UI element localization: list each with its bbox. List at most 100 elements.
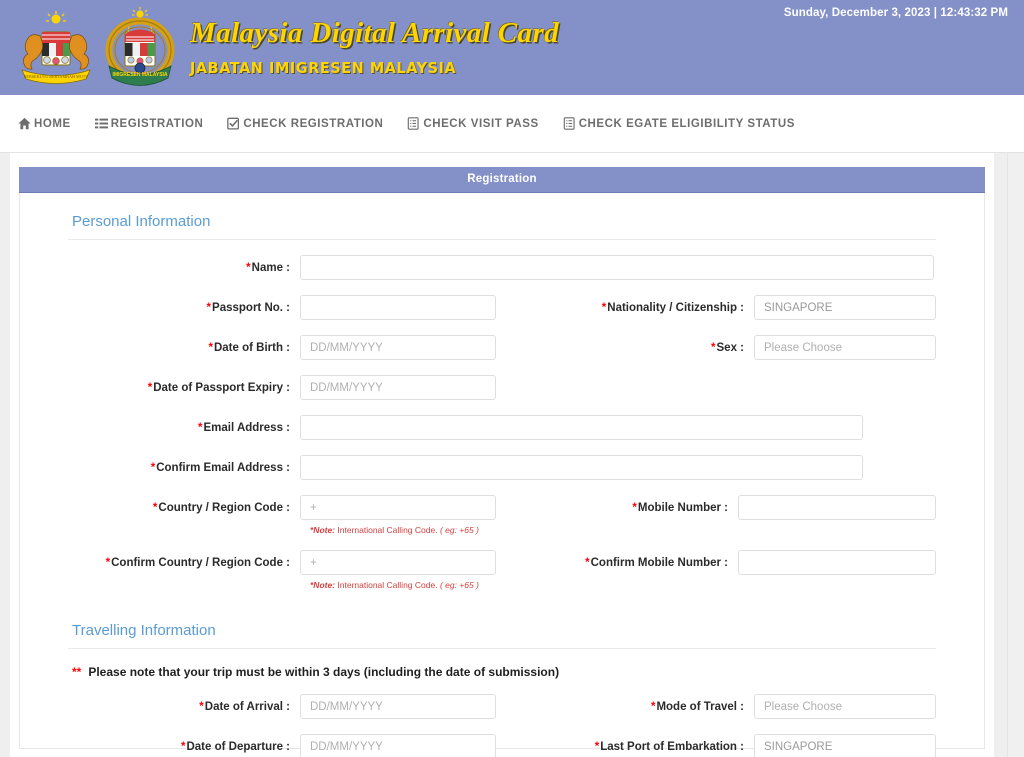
label-date-of-birth: *Date of Birth : — [208, 342, 290, 354]
main-navigation: HOME REGISTRATION CHECK REGISTRATION CHE… — [0, 95, 1024, 153]
form-row-email: *Email Address : — [68, 415, 936, 440]
input-date-of-departure[interactable]: DD/MM/YYYY — [300, 734, 496, 757]
input-nationality-value: SINGAPORE — [764, 301, 833, 314]
note-label: *Note: — [310, 580, 336, 590]
input-date-of-birth-placeholder: DD/MM/YYYY — [310, 341, 383, 354]
list-alt-icon — [407, 117, 420, 130]
input-email[interactable] — [300, 415, 863, 440]
required-marker: * — [198, 422, 203, 434]
required-marker: * — [632, 502, 637, 514]
input-country-code[interactable]: + — [300, 495, 496, 520]
form-row-departure-port: *Date of Departure : DD/MM/YYYY *Last Po… — [68, 734, 936, 757]
select-mode-of-travel[interactable]: Please Choose — [754, 694, 936, 719]
input-passport-expiry[interactable]: DD/MM/YYYY — [300, 375, 496, 400]
form-row-arrival-mode: *Date of Arrival : DD/MM/YYYY *Mode of T… — [68, 694, 936, 719]
list-alt-icon — [563, 117, 576, 130]
form-row-country-code-mobile: *Country / Region Code : + *Note: Intern… — [68, 495, 936, 535]
input-mobile-number[interactable] — [738, 495, 936, 520]
label-email: *Email Address : — [198, 422, 290, 434]
label-confirm-mobile-number: *Confirm Mobile Number : — [585, 557, 728, 569]
check-square-icon — [227, 117, 240, 130]
registration-form: Personal Information *Name : *Passport N… — [19, 193, 985, 757]
input-passport-expiry-placeholder: DD/MM/YYYY — [310, 381, 383, 394]
note-example: ( eg: +65 ) — [437, 580, 479, 590]
nav-label-check-visit-pass: CHECK VISIT PASS — [423, 117, 539, 130]
required-marker: * — [150, 462, 156, 474]
note-label: *Note: — [310, 525, 336, 535]
panel-title: Registration — [19, 167, 985, 193]
label-confirm-country-code: *Confirm Country / Region Code : — [105, 557, 290, 569]
select-mode-of-travel-value: Please Choose — [764, 700, 842, 713]
label-country-code: *Country / Region Code : — [152, 502, 290, 514]
page-scrollbar[interactable] — [1007, 153, 1024, 757]
form-row-confirm-email: *Confirm Email Address : — [68, 455, 936, 480]
note-example: ( eg: +65 ) — [437, 525, 479, 535]
required-marker: * — [180, 741, 186, 753]
registration-panel: Registration Personal Information *Name … — [19, 167, 985, 757]
required-marker: * — [711, 342, 716, 354]
input-date-of-arrival-placeholder: DD/MM/YYYY — [310, 700, 383, 713]
required-marker: * — [105, 557, 111, 569]
required-marker: * — [206, 302, 212, 314]
required-marker: * — [147, 382, 153, 394]
list-icon — [94, 117, 108, 130]
label-passport-no: *Passport No. : — [206, 302, 290, 314]
label-name: *Name : — [246, 262, 290, 274]
form-row-name: *Name : — [68, 255, 936, 280]
warning-text: Please note that your trip must be withi… — [88, 665, 560, 679]
input-confirm-country-code[interactable]: + — [300, 550, 496, 575]
malaysia-coat-of-arms-logo: BERSEKUTU BERTAMBAH MUTU — [8, 8, 104, 88]
note-text: International Calling Code. — [335, 525, 438, 535]
nav-item-check-registration[interactable]: CHECK REGISTRATION — [227, 117, 383, 130]
input-name[interactable] — [300, 255, 934, 280]
nav-item-check-visit-pass[interactable]: CHECK VISIT PASS — [407, 117, 538, 130]
page-header-banner: BERSEKUTU BERTAMBAH MUTU IMIGRESEN MALAY… — [0, 0, 1024, 95]
select-last-port-value: SINGAPORE — [764, 740, 833, 753]
input-date-of-birth[interactable]: DD/MM/YYYY — [300, 335, 496, 360]
nav-label-check-egate-eligibility-status: CHECK EGATE ELIGIBILITY STATUS — [578, 117, 795, 130]
select-sex[interactable]: Please Choose — [754, 335, 936, 360]
content-sheet: Registration Personal Information *Name … — [10, 153, 994, 757]
required-marker: * — [585, 557, 590, 569]
nav-item-registration[interactable]: REGISTRATION — [94, 117, 204, 130]
note-country-code: *Note: International Calling Code. ( eg:… — [310, 525, 496, 535]
label-sex: *Sex : — [711, 342, 744, 354]
input-date-of-departure-placeholder: DD/MM/YYYY — [310, 740, 383, 753]
nav-label-check-registration: CHECK REGISTRATION — [243, 117, 384, 130]
required-marker: * — [601, 302, 607, 314]
immigration-department-logo: IMIGRESEN MALAYSIA — [104, 6, 176, 90]
select-last-port[interactable]: SINGAPORE — [754, 734, 936, 757]
input-confirm-mobile-number[interactable] — [738, 550, 936, 575]
input-confirm-email[interactable] — [300, 455, 863, 480]
label-mobile-number: *Mobile Number : — [632, 502, 728, 514]
current-datetime: Sunday, December 3, 2023 | 12:43:32 PM — [783, 7, 1008, 19]
form-row-confirm-country-code-mobile: *Confirm Country / Region Code : + *Note… — [68, 550, 936, 590]
input-passport-no[interactable] — [300, 295, 496, 320]
app-subtitle: JABATAN IMIGRESEN MALAYSIA — [190, 58, 457, 77]
label-last-port: *Last Port of Embarkation : — [594, 741, 744, 753]
nav-label-home: HOME — [34, 117, 71, 130]
form-row-passport-nationality: *Passport No. : *Nationality / Citizensh… — [68, 295, 936, 320]
label-mode-of-travel: *Mode of Travel : — [650, 701, 744, 713]
label-nationality: *Nationality / Citizenship : — [601, 302, 744, 314]
section-title-travelling-information: Travelling Information — [68, 619, 936, 649]
section-title-personal-information: Personal Information — [68, 210, 936, 240]
input-confirm-country-code-placeholder: + — [310, 556, 317, 569]
label-confirm-email: *Confirm Email Address : — [150, 462, 290, 474]
required-marker: * — [152, 502, 158, 514]
home-icon — [18, 117, 31, 130]
page-body: Registration Personal Information *Name … — [0, 153, 1024, 757]
nav-item-check-egate-eligibility-status[interactable]: CHECK EGATE ELIGIBILITY STATUS — [563, 117, 795, 130]
svg-text:IMIGRESEN MALAYSIA: IMIGRESEN MALAYSIA — [112, 72, 167, 78]
nav-item-home[interactable]: HOME — [18, 117, 71, 130]
required-marker: * — [208, 342, 213, 354]
svg-text:BERSEKUTU BERTAMBAH MUTU: BERSEKUTU BERTAMBAH MUTU — [24, 74, 89, 79]
nav-label-registration: REGISTRATION — [110, 117, 204, 130]
label-passport-expiry: *Date of Passport Expiry : — [147, 382, 290, 394]
form-row-passport-expiry: *Date of Passport Expiry : DD/MM/YYYY — [68, 375, 936, 400]
input-date-of-arrival[interactable]: DD/MM/YYYY — [300, 694, 496, 719]
label-date-of-departure: *Date of Departure : — [180, 741, 290, 753]
required-marker: * — [650, 701, 656, 713]
required-marker: * — [246, 262, 251, 274]
input-nationality[interactable]: SINGAPORE — [754, 295, 936, 320]
